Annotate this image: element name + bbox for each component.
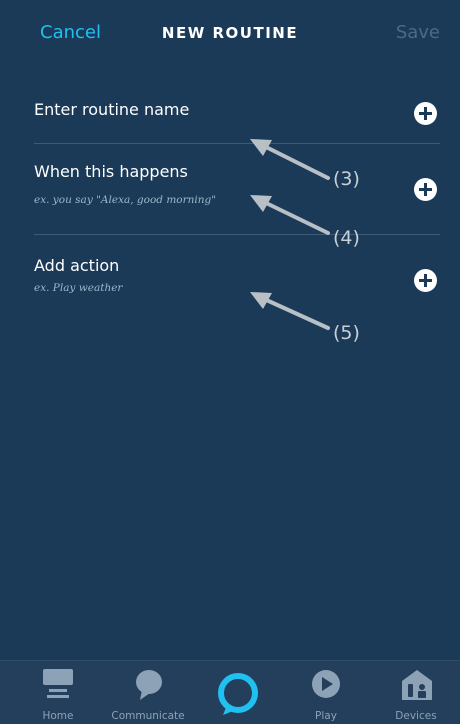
annotation-arrow-5	[260, 296, 330, 330]
annotation-arrow-4	[260, 199, 330, 235]
tab-devices-label: Devices	[395, 710, 437, 722]
alexa-ring-icon	[218, 673, 258, 715]
annotation-label-4: (4)	[333, 227, 360, 249]
tab-play-label: Play	[315, 710, 337, 722]
tab-home[interactable]: Home	[28, 661, 88, 724]
annotation-label-5: (5)	[333, 322, 360, 344]
play-icon	[312, 670, 340, 698]
tab-communicate[interactable]: Communicate	[108, 661, 188, 724]
tab-home-label: Home	[42, 710, 74, 722]
tab-alexa[interactable]	[208, 661, 268, 724]
annotation-arrows	[250, 139, 330, 330]
bottom-tab-bar: Home Communicate Play Devices	[0, 660, 460, 724]
speech-bubble-icon	[136, 670, 162, 700]
tab-communicate-label: Communicate	[111, 710, 185, 722]
tab-play[interactable]: Play	[296, 661, 356, 724]
home-icon	[43, 669, 73, 698]
tab-devices[interactable]: Devices	[386, 661, 446, 724]
annotation-label-3: (3)	[333, 168, 360, 190]
annotation-arrow-3	[260, 143, 330, 180]
devices-icon	[402, 670, 432, 700]
